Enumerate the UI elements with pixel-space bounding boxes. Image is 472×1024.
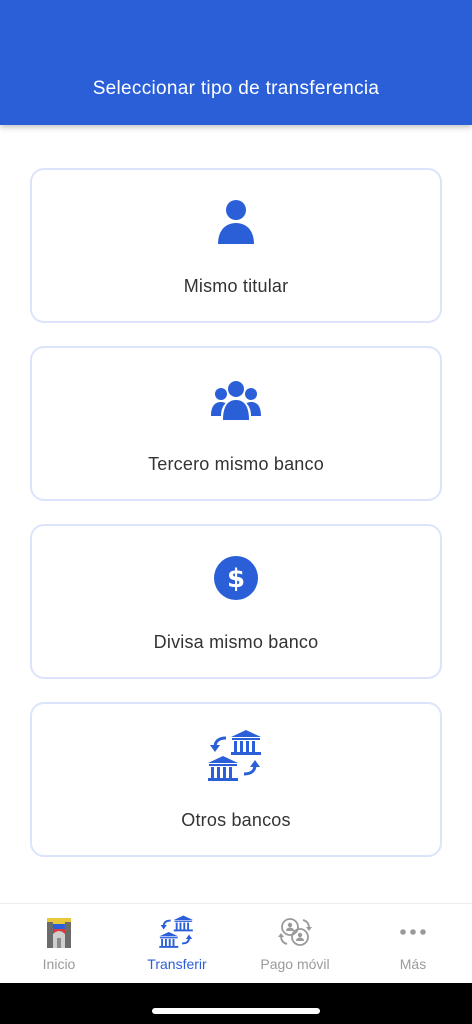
tab-label: Transferir [147, 956, 207, 972]
tab-inicio[interactable]: Inicio [0, 904, 118, 984]
option-label: Divisa mismo banco [153, 632, 319, 652]
tab-label: Más [399, 956, 427, 972]
home-indicator[interactable] [152, 1008, 320, 1014]
page-title: Seleccionar tipo de transferencia [92, 78, 380, 99]
tab-mas[interactable]: Más [354, 904, 472, 984]
option-otros-bancos[interactable]: Otros bancos [30, 702, 442, 857]
more-dots-icon [354, 914, 472, 950]
option-label: Otros bancos [181, 810, 291, 830]
bank-transfer-icon [32, 728, 440, 784]
option-tercero-mismo-banco[interactable]: Tercero mismo banco [30, 346, 442, 501]
person-icon [32, 194, 440, 250]
home-logo-icon [0, 914, 118, 950]
tab-label: Inicio [42, 956, 76, 972]
svg-text:$: $ [227, 564, 245, 594]
mobile-payment-icon [236, 914, 354, 950]
bottom-tab-bar: Inicio Transferir Pago móvil Más [0, 903, 472, 983]
app-header: Seleccionar tipo de transferencia [0, 0, 472, 125]
bank-transfer-icon [118, 914, 236, 950]
tab-transferir[interactable]: Transferir [118, 904, 236, 984]
system-navigation-bar [0, 983, 472, 1024]
option-mismo-titular[interactable]: Mismo titular [30, 168, 442, 323]
option-label: Mismo titular [183, 276, 289, 296]
dollar-circle-icon: $ [32, 550, 440, 606]
tab-label: Pago móvil [260, 956, 330, 972]
option-divisa-mismo-banco[interactable]: $ Divisa mismo banco [30, 524, 442, 679]
group-icon [32, 372, 440, 428]
option-label: Tercero mismo banco [148, 454, 324, 474]
tab-pago-movil[interactable]: Pago móvil [236, 904, 354, 984]
